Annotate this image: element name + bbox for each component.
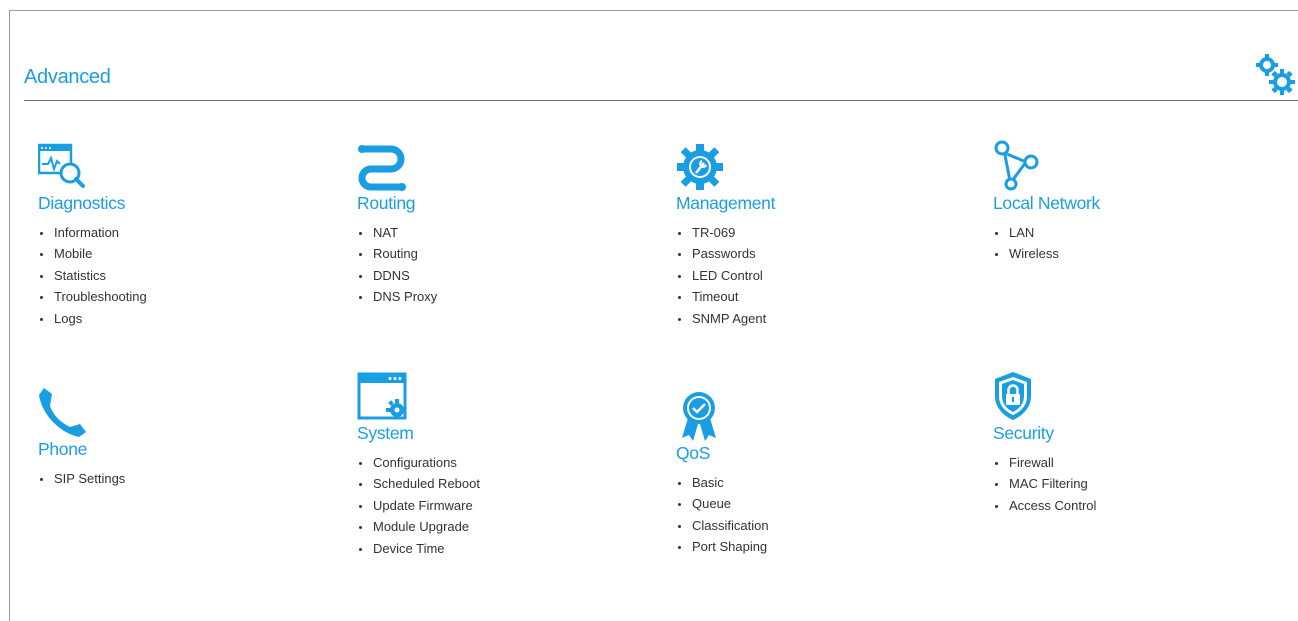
frame-left-border bbox=[9, 10, 10, 621]
section-routing: Routing NAT Routing DDNS DNS Proxy bbox=[357, 140, 597, 308]
heading-qos[interactable]: QoS bbox=[676, 442, 916, 464]
heading-system[interactable]: System bbox=[357, 422, 597, 444]
menu-item-sip-settings[interactable]: SIP Settings bbox=[38, 468, 278, 489]
menu-item-led-control[interactable]: LED Control bbox=[676, 265, 916, 286]
menu-item-queue[interactable]: Queue bbox=[676, 493, 916, 514]
routing-path-icon[interactable] bbox=[357, 140, 407, 192]
heading-phone[interactable]: Phone bbox=[38, 438, 278, 460]
menu-item-wireless[interactable]: Wireless bbox=[993, 243, 1233, 264]
management-gear-wrench-icon[interactable] bbox=[676, 140, 726, 192]
list-management: TR-069 Passwords LED Control Timeout SNM… bbox=[676, 222, 916, 329]
section-local-network: Local Network LAN Wireless bbox=[993, 140, 1233, 265]
menu-item-ddns[interactable]: DDNS bbox=[357, 265, 597, 286]
menu-item-timeout[interactable]: Timeout bbox=[676, 286, 916, 307]
phone-icon[interactable] bbox=[38, 386, 88, 438]
menu-item-dns-proxy[interactable]: DNS Proxy bbox=[357, 286, 597, 307]
section-security: Security Firewall MAC Filtering Access C… bbox=[993, 370, 1233, 516]
menu-item-troubleshooting[interactable]: Troubleshooting bbox=[38, 286, 278, 307]
menu-item-firewall[interactable]: Firewall bbox=[993, 452, 1233, 473]
menu-item-information[interactable]: Information bbox=[38, 222, 278, 243]
list-system: Configurations Scheduled Reboot Update F… bbox=[357, 452, 597, 559]
page-title: Advanced bbox=[24, 66, 111, 88]
section-system: System Configurations Scheduled Reboot U… bbox=[357, 370, 597, 559]
list-qos: Basic Queue Classification Port Shaping bbox=[676, 472, 916, 558]
menu-item-module-upgrade[interactable]: Module Upgrade bbox=[357, 516, 597, 537]
menu-item-device-time[interactable]: Device Time bbox=[357, 538, 597, 559]
heading-routing[interactable]: Routing bbox=[357, 192, 597, 214]
security-shield-lock-icon[interactable] bbox=[993, 370, 1043, 422]
menu-item-tr-069[interactable]: TR-069 bbox=[676, 222, 916, 243]
qos-badge-icon[interactable] bbox=[676, 390, 726, 442]
heading-security[interactable]: Security bbox=[993, 422, 1233, 444]
list-phone: SIP Settings bbox=[38, 468, 278, 489]
heading-diagnostics[interactable]: Diagnostics bbox=[38, 192, 278, 214]
menu-item-snmp-agent[interactable]: SNMP Agent bbox=[676, 308, 916, 329]
diagnostics-monitor-icon[interactable] bbox=[37, 140, 88, 192]
menu-item-nat[interactable]: NAT bbox=[357, 222, 597, 243]
heading-management[interactable]: Management bbox=[676, 192, 916, 214]
menu-item-scheduled-reboot[interactable]: Scheduled Reboot bbox=[357, 473, 597, 494]
menu-item-mobile[interactable]: Mobile bbox=[38, 243, 278, 264]
menu-item-passwords[interactable]: Passwords bbox=[676, 243, 916, 264]
menu-item-port-shaping[interactable]: Port Shaping bbox=[676, 536, 916, 557]
menu-item-classification[interactable]: Classification bbox=[676, 515, 916, 536]
menu-item-mac-filtering[interactable]: MAC Filtering bbox=[993, 473, 1233, 494]
menu-item-lan[interactable]: LAN bbox=[993, 222, 1233, 243]
gears-icon bbox=[1256, 54, 1295, 95]
network-nodes-icon[interactable] bbox=[993, 140, 1043, 192]
heading-local-network[interactable]: Local Network bbox=[993, 192, 1233, 214]
menu-item-configurations[interactable]: Configurations bbox=[357, 452, 597, 473]
menu-item-basic[interactable]: Basic bbox=[676, 472, 916, 493]
list-local-network: LAN Wireless bbox=[993, 222, 1233, 265]
menu-item-logs[interactable]: Logs bbox=[38, 308, 278, 329]
section-diagnostics: Diagnostics Information Mobile Statistic… bbox=[37, 140, 278, 329]
list-routing: NAT Routing DDNS DNS Proxy bbox=[357, 222, 597, 308]
section-management: Management TR-069 Passwords LED Control … bbox=[676, 140, 916, 329]
section-phone: Phone SIP Settings bbox=[38, 386, 278, 489]
list-diagnostics: Information Mobile Statistics Troublesho… bbox=[38, 222, 278, 329]
frame-top-border bbox=[9, 10, 1298, 11]
menu-item-update-firmware[interactable]: Update Firmware bbox=[357, 495, 597, 516]
menu-item-statistics[interactable]: Statistics bbox=[38, 265, 278, 286]
section-qos: QoS Basic Queue Classification Port Shap… bbox=[676, 390, 916, 558]
settings-button[interactable] bbox=[1254, 52, 1296, 96]
title-divider bbox=[24, 100, 1298, 101]
list-security: Firewall MAC Filtering Access Control bbox=[993, 452, 1233, 516]
system-window-gear-icon[interactable] bbox=[357, 370, 407, 422]
menu-item-routing[interactable]: Routing bbox=[357, 243, 597, 264]
menu-item-access-control[interactable]: Access Control bbox=[993, 495, 1233, 516]
